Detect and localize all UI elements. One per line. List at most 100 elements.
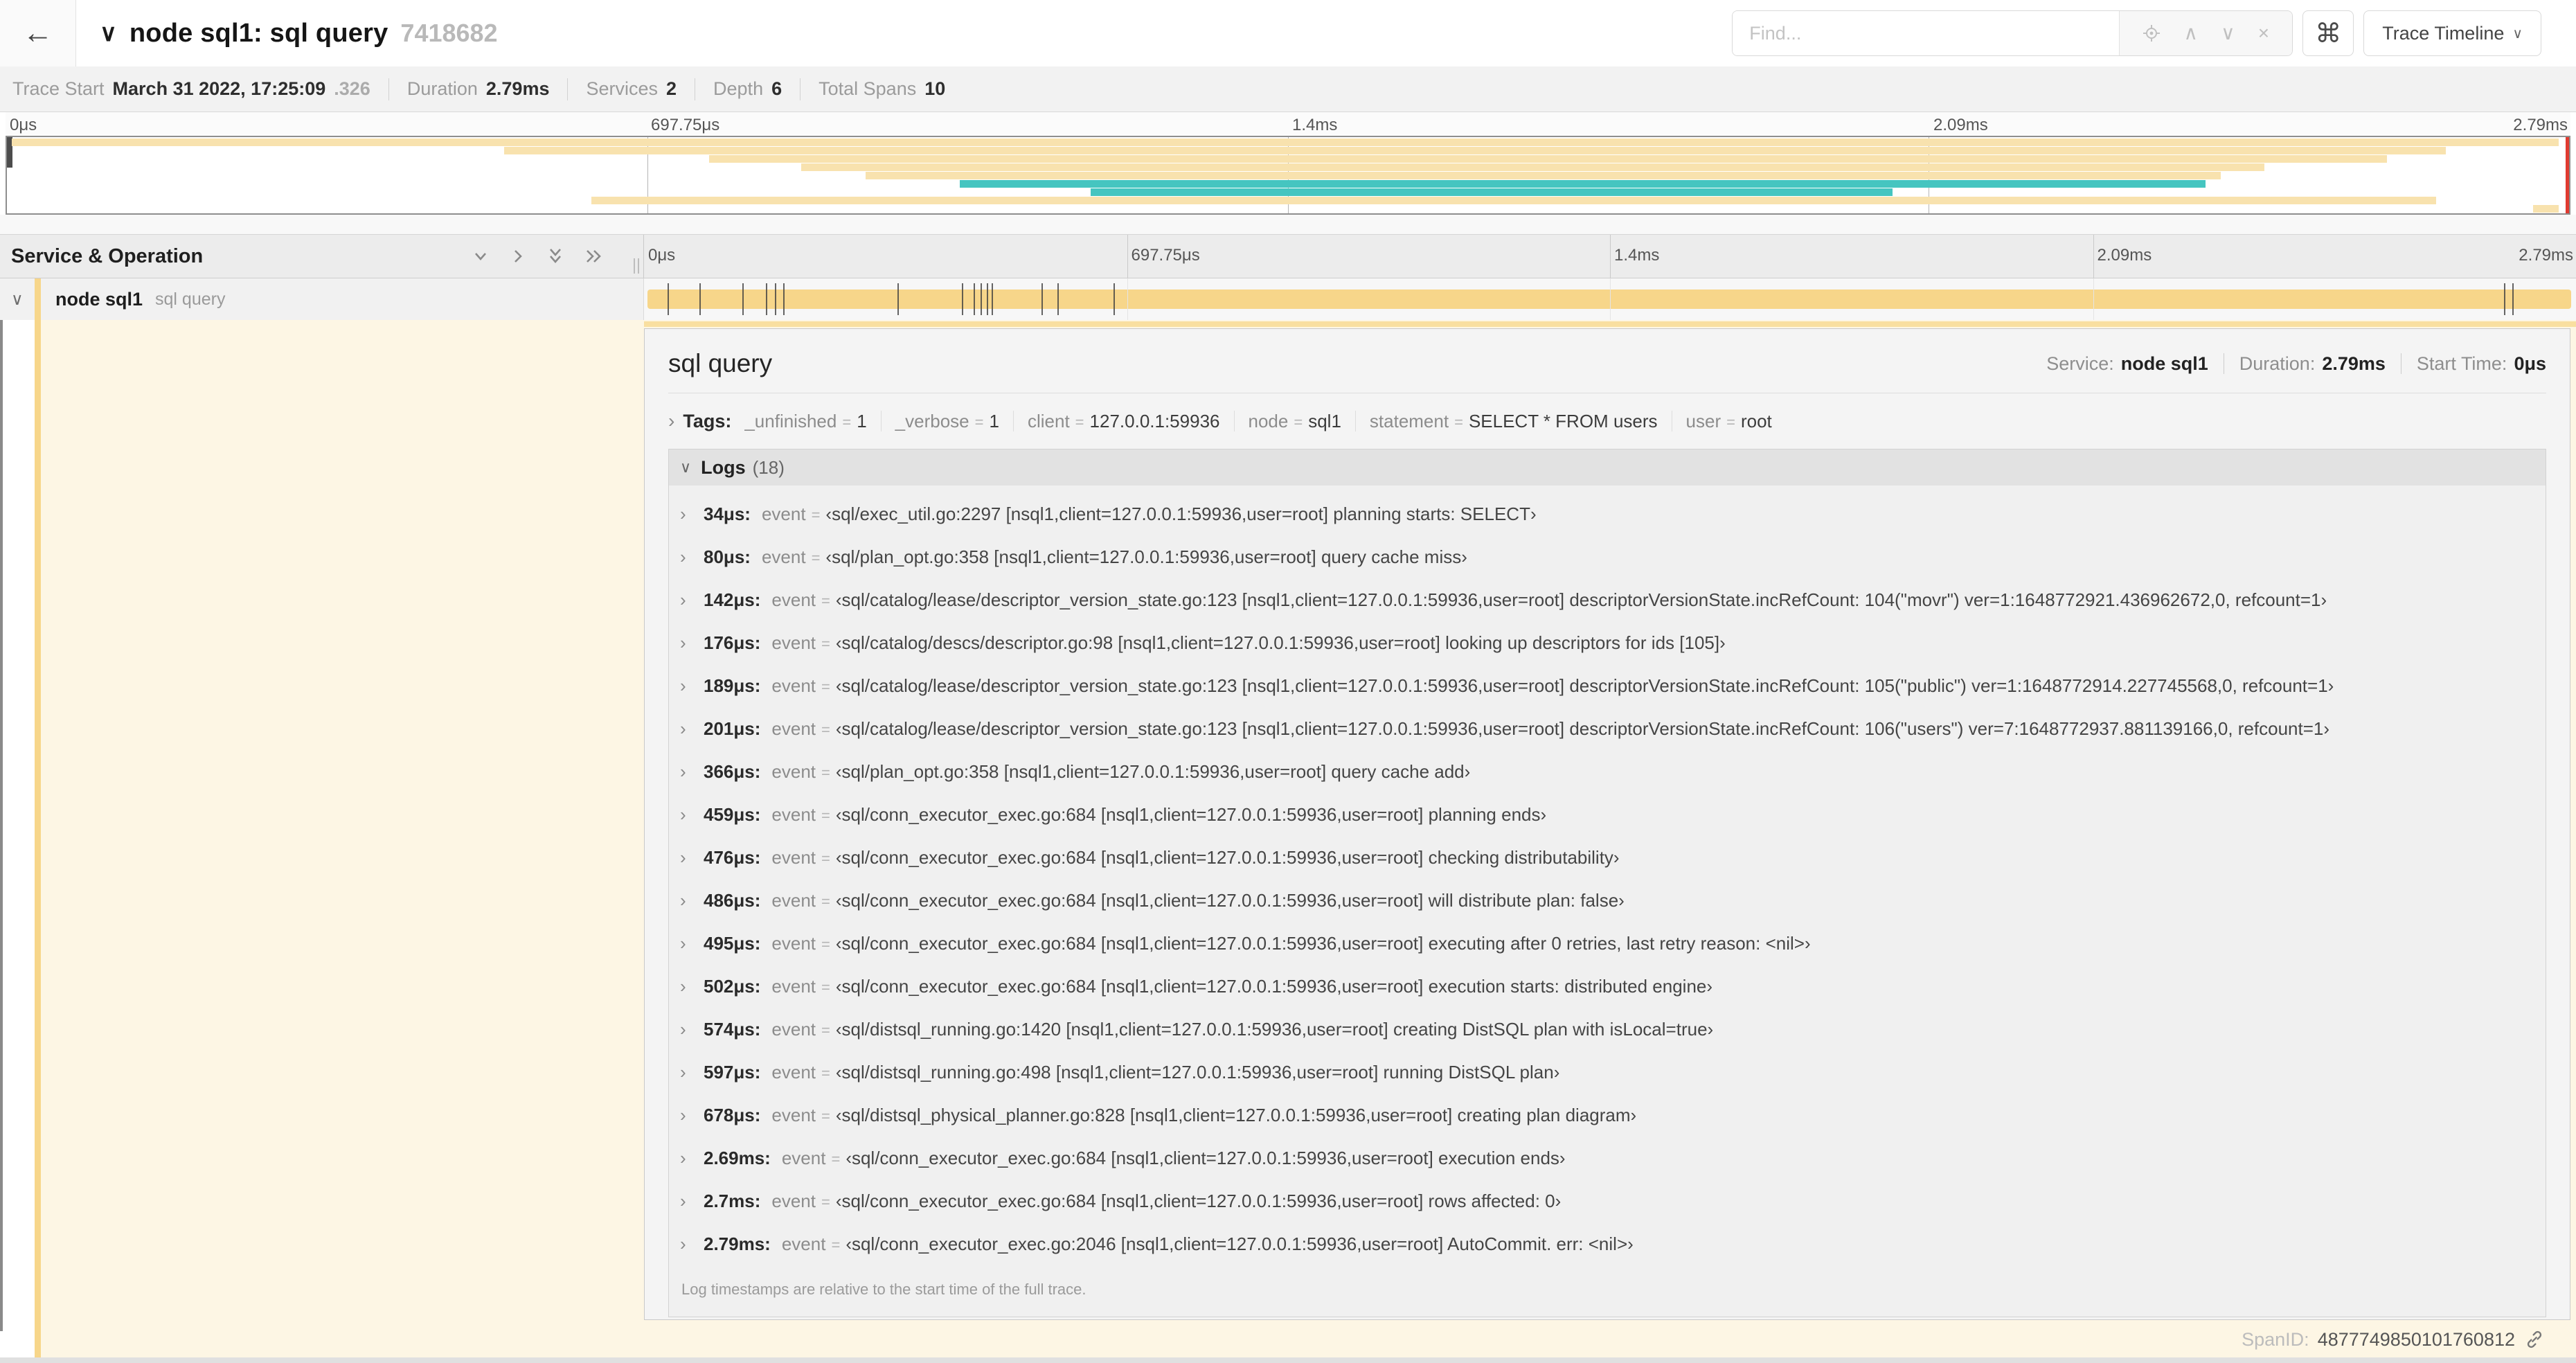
view-selector-button[interactable]: Trace Timeline ∨ (2363, 10, 2541, 56)
chevron-down-icon[interactable]: ∨ (11, 289, 35, 310)
prev-result-icon[interactable]: ∧ (2184, 24, 2199, 43)
expand-collapse-controls (470, 246, 605, 267)
column-resizer[interactable] (634, 258, 639, 274)
log-entry-row[interactable]: › 597μs: event = ‹sql/distsql_running.go… (680, 1062, 2532, 1105)
chevron-right-icon[interactable]: › (680, 890, 704, 911)
service-value: node sql1 (2120, 353, 2208, 374)
duration-label: Duration: (2239, 353, 2316, 374)
log-entry-row[interactable]: › 189μs: event = ‹sql/catalog/lease/desc… (680, 675, 2532, 718)
match-target-icon[interactable] (2143, 24, 2161, 42)
back-button[interactable]: ← (0, 0, 76, 66)
minimap-span-bar (2533, 205, 2559, 213)
log-entry-row[interactable]: › 201μs: event = ‹sql/catalog/lease/desc… (680, 718, 2532, 761)
log-field-key: event (761, 504, 806, 524)
chevron-right-icon[interactable]: › (680, 1105, 704, 1126)
log-entry-row[interactable]: › 486μs: event = ‹sql/conn_executor_exec… (680, 890, 2532, 933)
minimap-spacer (0, 215, 2576, 234)
log-entry-row[interactable]: › 574μs: event = ‹sql/distsql_running.go… (680, 1019, 2532, 1062)
log-equals: = (821, 635, 830, 652)
chevron-right-icon[interactable]: › (680, 589, 704, 611)
keyboard-shortcuts-button[interactable]: ⌘ (2302, 10, 2354, 56)
tag-item[interactable]: statement = SELECT * FROM users (1341, 411, 1658, 432)
span-row-name-cell[interactable]: ∨ node sql1 sql query (0, 278, 644, 320)
tag-item[interactable]: node = sql1 (1220, 411, 1341, 432)
grid-line (2093, 235, 2094, 278)
start-time-label: Start Time: (2416, 353, 2507, 374)
expand-all-icon[interactable] (584, 246, 605, 267)
tag-item[interactable]: _unfinished = 1 (731, 411, 866, 432)
chevron-right-icon[interactable]: › (668, 410, 674, 432)
span-row-node-sql1[interactable]: ∨ node sql1 sql query (0, 278, 2576, 320)
chevron-right-icon[interactable]: › (680, 804, 704, 826)
chevron-right-icon[interactable]: › (680, 675, 704, 697)
chevron-right-icon[interactable]: › (680, 761, 704, 783)
time-tick-label: 697.75μs (1131, 246, 1200, 265)
chevron-right-icon[interactable]: › (680, 1019, 704, 1040)
chevron-right-icon[interactable]: › (680, 546, 704, 568)
chevron-right-icon[interactable]: › (680, 847, 704, 868)
stat-label: Depth (713, 78, 764, 99)
log-entry-row[interactable]: › 2.69ms: event = ‹sql/conn_executor_exe… (680, 1148, 2532, 1191)
log-entry-row[interactable]: › 366μs: event = ‹sql/plan_opt.go:358 [n… (680, 761, 2532, 804)
trace-minimap[interactable] (6, 136, 2570, 215)
chevron-right-icon[interactable]: › (680, 1233, 704, 1255)
log-entry-row[interactable]: › 80μs: event = ‹sql/plan_opt.go:358 [ns… (680, 546, 2532, 589)
expand-one-icon[interactable] (509, 247, 527, 265)
log-message: ‹sql/plan_opt.go:358 [nsql1,client=127.0… (835, 761, 1471, 782)
chevron-right-icon[interactable]: › (680, 1062, 704, 1083)
vertical-scroll-indicator[interactable] (0, 320, 3, 1331)
tag-key: statement (1369, 410, 1449, 431)
span-color-stripe (35, 278, 41, 320)
log-message: ‹sql/conn_executor_exec.go:2046 [nsql1,c… (846, 1233, 1634, 1254)
deep-link-icon[interactable] (2523, 1328, 2546, 1351)
log-timestamp: 201μs: (704, 718, 761, 739)
chevron-right-icon[interactable]: › (680, 632, 704, 654)
log-entry-row[interactable]: › 2.7ms: event = ‹sql/conn_executor_exec… (680, 1191, 2532, 1233)
chevron-right-icon[interactable]: › (680, 1191, 704, 1212)
log-equals: = (821, 1064, 830, 1082)
time-tick-label: 1.4ms (1292, 116, 1338, 134)
span-row-bar-cell[interactable] (644, 278, 2576, 320)
log-marker-tick (667, 283, 669, 315)
log-timestamp: 176μs: (704, 632, 761, 653)
chevron-right-icon[interactable]: › (680, 933, 704, 954)
grid-line (1610, 235, 1611, 278)
detail-left-gutter (0, 320, 644, 1363)
logs-header[interactable]: ∨ Logs (18) (669, 449, 2546, 485)
tags-row[interactable]: › Tags: _unfinished = 1 _verbose = 1 cli… (668, 406, 2546, 436)
span-operation-name: sql query (155, 289, 226, 309)
log-entry-row[interactable]: › 459μs: event = ‹sql/conn_executor_exec… (680, 804, 2532, 847)
log-entry-row[interactable]: › 502μs: event = ‹sql/conn_executor_exec… (680, 976, 2532, 1019)
log-entry-row[interactable]: › 678μs: event = ‹sql/distsql_physical_p… (680, 1105, 2532, 1148)
horizontal-scrollbar[interactable] (0, 1357, 2576, 1363)
minimap-right-scrubber[interactable] (2566, 137, 2569, 213)
minimap-span-bar (960, 180, 2206, 188)
log-entry-row[interactable]: › 142μs: event = ‹sql/catalog/lease/desc… (680, 589, 2532, 632)
tag-item[interactable]: _verbose = 1 (867, 411, 999, 432)
log-timestamp: 597μs: (704, 1062, 761, 1083)
find-input[interactable] (1733, 11, 2120, 55)
chevron-right-icon[interactable]: › (680, 976, 704, 997)
chevron-right-icon[interactable]: › (680, 1148, 704, 1169)
chevron-right-icon[interactable]: › (680, 718, 704, 740)
clear-find-icon[interactable]: × (2258, 24, 2269, 43)
log-entry-row[interactable]: › 176μs: event = ‹sql/catalog/descs/desc… (680, 632, 2532, 675)
log-entry-row[interactable]: › 34μs: event = ‹sql/exec_util.go:2297 [… (680, 504, 2532, 546)
collapse-trace-icon[interactable]: ∨ (100, 19, 117, 47)
tag-item[interactable]: user = root (1658, 411, 1772, 432)
chevron-right-icon[interactable]: › (680, 504, 704, 525)
log-equals: = (821, 936, 830, 953)
log-entry-row[interactable]: › 2.79ms: event = ‹sql/conn_executor_exe… (680, 1233, 2532, 1276)
log-equals: = (811, 549, 821, 567)
next-result-icon[interactable]: ∨ (2221, 24, 2235, 43)
log-field-key: event (771, 1105, 816, 1125)
collapse-all-icon[interactable] (545, 246, 566, 267)
collapse-one-icon[interactable] (470, 247, 491, 265)
log-entry-row[interactable]: › 476μs: event = ‹sql/conn_executor_exec… (680, 847, 2532, 890)
log-marker-tick (1057, 283, 1059, 315)
tag-item[interactable]: client = 127.0.0.1:59936 (999, 411, 1220, 432)
log-marker-tick (783, 283, 785, 315)
log-entry-row[interactable]: › 495μs: event = ‹sql/conn_executor_exec… (680, 933, 2532, 976)
log-marker-tick (775, 283, 776, 315)
span-duration-bar[interactable] (647, 289, 2571, 309)
